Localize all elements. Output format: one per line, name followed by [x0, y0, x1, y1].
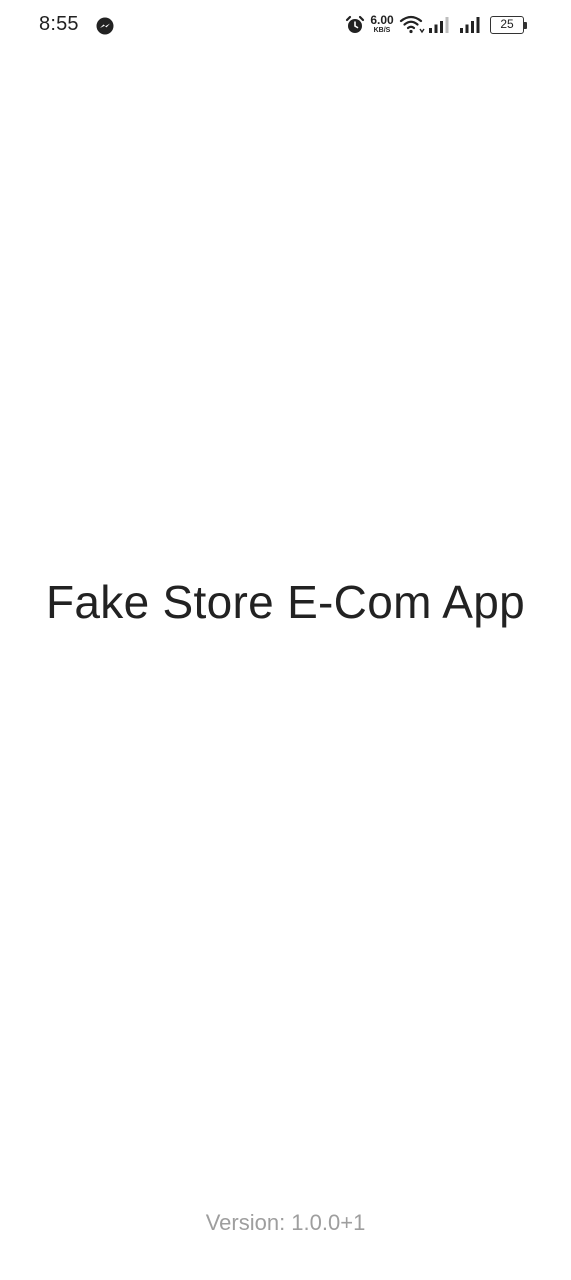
signal-icon — [460, 17, 480, 33]
alarm-icon — [345, 15, 365, 33]
network-speed-value: 6.00 — [370, 13, 394, 27]
battery-level: 25 — [500, 17, 514, 31]
messenger-icon — [96, 17, 114, 35]
battery-tip — [524, 22, 527, 29]
version-label: Version: 1.0.0+1 — [205, 1210, 366, 1235]
battery-icon: 25 — [490, 16, 524, 34]
status-bar: 8:55 6.00 KB/S 25 — [0, 0, 571, 52]
network-speed-unit: KB/S — [373, 27, 391, 34]
app-title: Fake Store E-Com App — [46, 576, 525, 628]
network-speed: 6.00 KB/S — [368, 14, 396, 34]
status-time: 8:55 — [39, 13, 79, 35]
signal-icon — [429, 17, 449, 33]
wifi-icon — [399, 15, 425, 34]
